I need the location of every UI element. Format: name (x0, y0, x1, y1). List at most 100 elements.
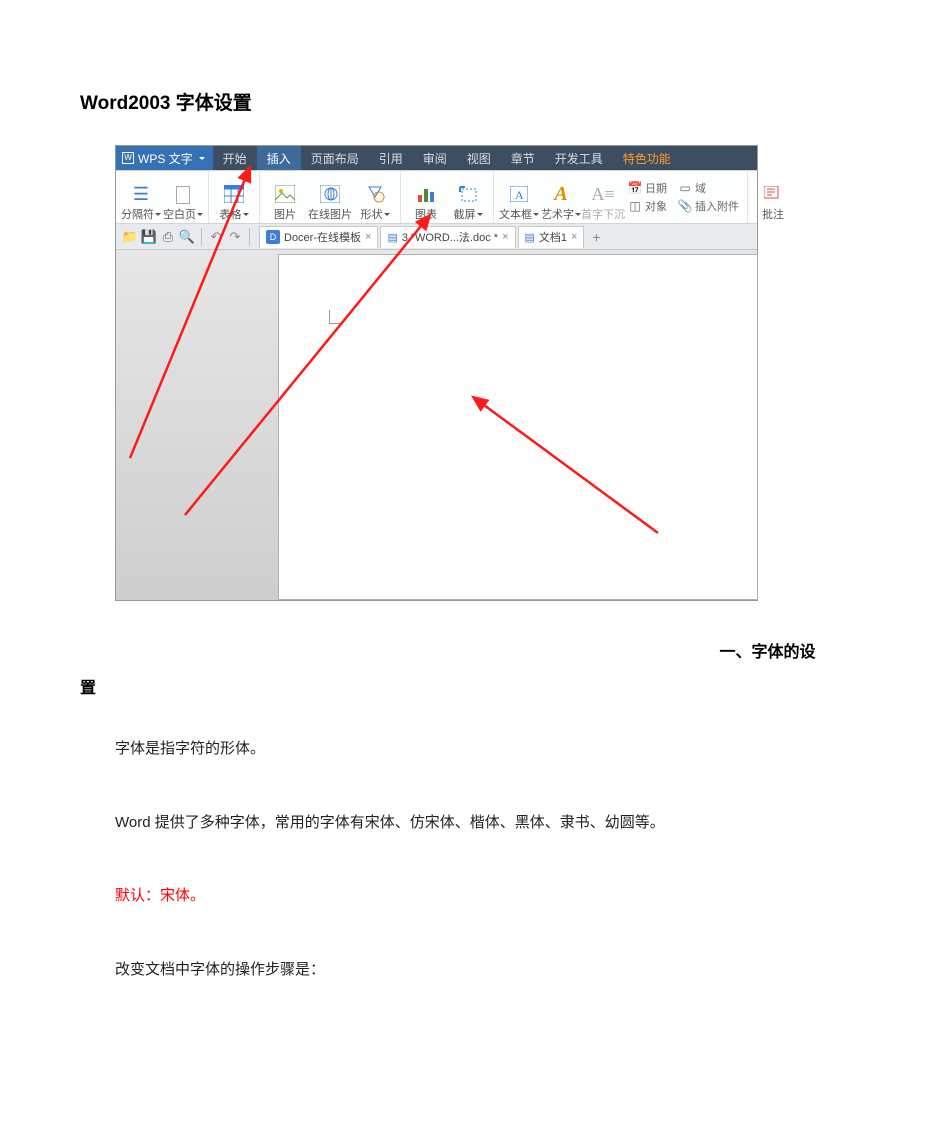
menu-start[interactable]: 开始 (213, 146, 257, 170)
section-heading-cont: 置 (80, 674, 865, 698)
shapes-label: 形状 (361, 206, 383, 222)
table-button[interactable]: 表格 (213, 172, 255, 222)
caret-down-icon (533, 213, 539, 216)
table-label: 表格 (220, 206, 242, 222)
undo-icon[interactable]: ↶ (208, 229, 224, 245)
blank-page-button[interactable]: 空白页 (162, 172, 204, 222)
section-heading-row: 一、字体的设 (80, 638, 865, 668)
attachment-button[interactable]: 📎插入附件 (678, 198, 739, 214)
section-heading: 一、字体的设 (719, 644, 815, 661)
paragraph: 字体是指字符的形体。 (115, 736, 865, 762)
document-canvas[interactable] (116, 250, 757, 600)
quick-access-toolbar: 📁 💾 ⎙ 🔍 ↶ ↷ (116, 224, 259, 250)
ribbon-group-chart: 图表 截屏 (401, 171, 494, 223)
caret-down-icon (243, 213, 249, 216)
ribbon-text-col2: ▭域 📎插入附件 (674, 180, 743, 214)
wordart-button[interactable]: A 艺术字 (540, 172, 582, 222)
menu-special[interactable]: 特色功能 (613, 146, 681, 170)
menu-insert[interactable]: 插入 (257, 146, 301, 170)
screenshot-button[interactable]: 截屏 (447, 172, 489, 222)
save-icon[interactable]: 💾 (141, 229, 157, 245)
menu-references[interactable]: 引用 (369, 146, 413, 170)
online-picture-button[interactable]: 在线图片 (306, 172, 354, 222)
picture-label: 图片 (274, 206, 296, 222)
calendar-icon: 📅 (628, 181, 642, 195)
ribbon-group-comment: 批注 (748, 171, 798, 223)
close-icon[interactable]: × (502, 231, 508, 243)
svg-text:A: A (515, 188, 524, 202)
wps-logo-icon: W (122, 152, 134, 164)
app-menu-label: WPS 文字 (138, 150, 193, 167)
field-label: 域 (695, 180, 706, 196)
dropcap-button[interactable]: A≡ 首字下沉 (582, 172, 624, 222)
picture-button[interactable]: 图片 (264, 172, 306, 222)
wordart-icon: A (550, 184, 572, 204)
chart-label: 图表 (415, 206, 437, 222)
separator-button[interactable]: ☰ 分隔符 (120, 172, 162, 222)
docer-icon: D (266, 230, 280, 244)
online-picture-icon (319, 184, 341, 204)
paragraph: Word 提供了多种字体，常用的字体有宋体、仿宋体、楷体、黑体、隶书、幼圆等。 (115, 810, 865, 836)
comment-icon (762, 184, 784, 204)
app-menu-button[interactable]: W WPS 文字 (116, 146, 213, 170)
redo-icon[interactable]: ↷ (227, 229, 243, 245)
shapes-button[interactable]: 形状 (354, 172, 396, 222)
doc-tab-label: 文档1 (539, 229, 567, 245)
wps-window: W WPS 文字 开始 插入 页面布局 引用 审阅 视图 章节 开发工具 特色功… (115, 145, 758, 601)
field-icon: ▭ (678, 181, 692, 195)
menu-bar: W WPS 文字 开始 插入 页面布局 引用 审阅 视图 章节 开发工具 特色功… (116, 146, 757, 170)
new-tab-button[interactable]: + (586, 227, 606, 247)
picture-icon (274, 184, 296, 204)
tabs-bar: 📁 💾 ⎙ 🔍 ↶ ↷ D Docer-在线模板 × ▤ 3 "WORD...法… (116, 224, 757, 250)
menu-view[interactable]: 视图 (457, 146, 501, 170)
paragraph: 改变文档中字体的操作步骤是： (115, 957, 865, 983)
object-button[interactable]: ◫对象 (628, 198, 670, 214)
doc-tab-label: Docer-在线模板 (284, 229, 361, 245)
doc-tab-docer[interactable]: D Docer-在线模板 × (259, 226, 378, 248)
open-icon[interactable]: 📁 (122, 229, 138, 245)
doc-tab-doc1[interactable]: ▤ 文档1 × (518, 226, 585, 248)
table-icon (223, 184, 245, 204)
date-label: 日期 (645, 180, 667, 196)
ribbon-group-table: 表格 (209, 171, 260, 223)
caret-down-icon (155, 213, 161, 216)
print-icon[interactable]: ⎙ (160, 229, 176, 245)
blank-page-icon (176, 186, 190, 204)
chart-icon (415, 184, 437, 204)
doc-tab-word[interactable]: ▤ 3 "WORD...法.doc * × (380, 226, 515, 248)
print-preview-icon[interactable]: 🔍 (179, 229, 195, 245)
ribbon-group-illustrations: 图片 在线图片 形状 (260, 171, 401, 223)
dropcap-icon: A≡ (592, 184, 614, 204)
screenshot-label: 截屏 (454, 206, 476, 222)
screenshot-icon (457, 184, 479, 204)
dropcap-label: 首字下沉 (581, 206, 625, 222)
textbox-button[interactable]: A 文本框 (498, 172, 540, 222)
chart-button[interactable]: 图表 (405, 172, 447, 222)
caret-down-icon (199, 157, 205, 160)
wordart-label: 艺术字 (541, 206, 574, 222)
object-label: 对象 (645, 198, 667, 214)
close-icon[interactable]: × (571, 231, 577, 243)
doc-icon: ▤ (525, 231, 535, 244)
comment-button[interactable]: 批注 (752, 172, 794, 222)
caret-down-icon (384, 213, 390, 216)
document-title: Word2003 字体设置 (80, 88, 865, 115)
margin-mark-icon (329, 310, 343, 324)
date-button[interactable]: 📅日期 (628, 180, 670, 196)
blank-page-label: 空白页 (163, 206, 196, 222)
field-button[interactable]: ▭域 (678, 180, 739, 196)
textbox-label: 文本框 (499, 206, 532, 222)
menu-page-layout[interactable]: 页面布局 (301, 146, 369, 170)
menu-section[interactable]: 章节 (501, 146, 545, 170)
object-icon: ◫ (628, 199, 642, 213)
menu-review[interactable]: 审阅 (413, 146, 457, 170)
close-icon[interactable]: × (365, 231, 371, 243)
caret-down-icon (197, 213, 203, 216)
separator (249, 228, 250, 246)
caret-down-icon (477, 213, 483, 216)
attachment-label: 插入附件 (695, 198, 739, 214)
page (278, 254, 758, 600)
doc-tab-label: 3 "WORD...法.doc * (402, 229, 498, 245)
menu-dev-tools[interactable]: 开发工具 (545, 146, 613, 170)
attachment-icon: 📎 (678, 199, 692, 213)
